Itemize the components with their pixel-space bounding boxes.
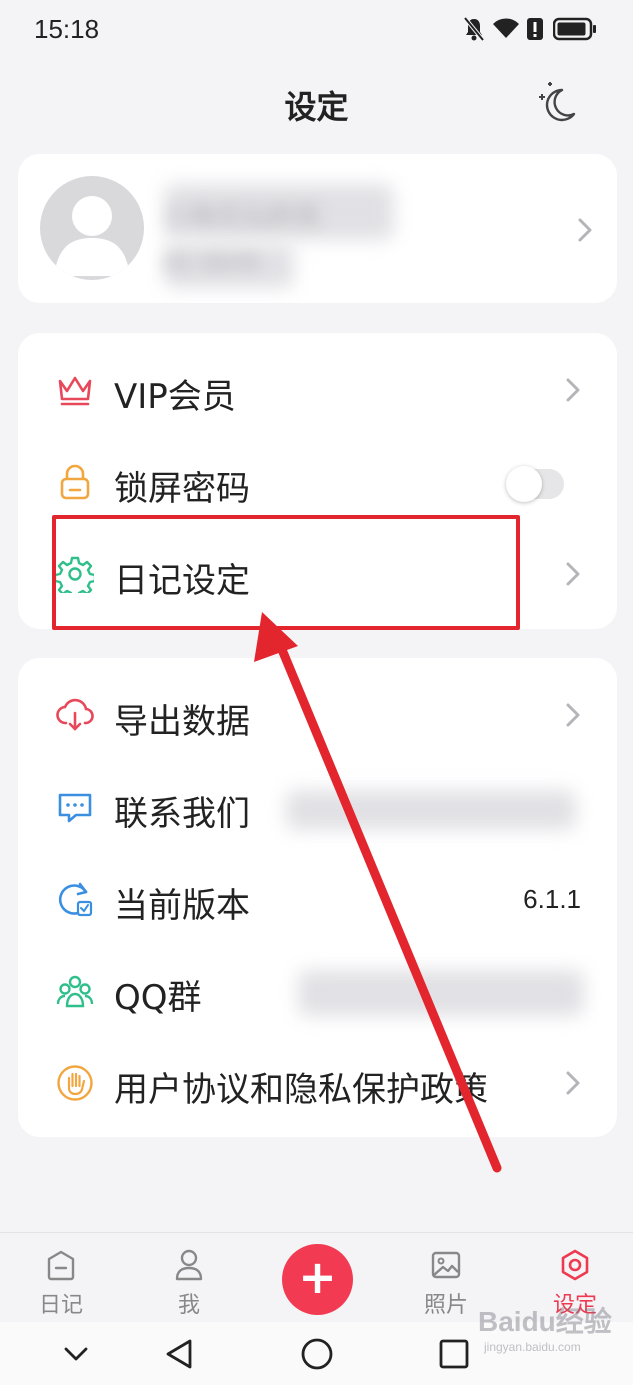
- chevron-right-icon: [578, 218, 592, 242]
- night-mode-button[interactable]: [528, 76, 582, 130]
- home-circle-icon[interactable]: [299, 1336, 335, 1372]
- profile-card[interactable]: 小梅花仙颜我 ID:3849: [18, 154, 617, 303]
- person-icon: [175, 1249, 203, 1281]
- status-bar: 15:18: [0, 0, 633, 62]
- chevron-down-icon[interactable]: [58, 1336, 94, 1372]
- menu-item-label: 联系我们: [114, 794, 250, 834]
- status-time: 15:18: [34, 14, 100, 44]
- tab-me[interactable]: 我: [144, 1233, 234, 1323]
- menu-item-label: VIP会员: [114, 377, 236, 417]
- avatar[interactable]: [40, 176, 144, 280]
- lock-icon: [60, 464, 90, 500]
- tab-label: 我: [177, 1293, 200, 1318]
- menu-item-lock-password[interactable]: 锁屏密码: [18, 437, 617, 527]
- menu-item-qq-group[interactable]: QQ群: [18, 946, 617, 1036]
- add-diary-button[interactable]: +: [282, 1244, 353, 1315]
- contact-blurred-value: [286, 790, 576, 830]
- diary-icon: [47, 1250, 75, 1281]
- lock-password-toggle[interactable]: [506, 466, 564, 502]
- chevron-right-icon: [566, 703, 580, 727]
- qq-group-blurred-value: [298, 970, 584, 1016]
- watermark: Baidu经验: [478, 1306, 612, 1337]
- menu-item-label: 锁屏密码: [114, 469, 250, 509]
- version-value: 6.1.1: [523, 884, 581, 914]
- watermark-sub: jingyan.baidu.com: [484, 1340, 581, 1354]
- bell-off-icon: [463, 16, 485, 42]
- alert-icon: [527, 18, 543, 40]
- battery-icon: [553, 17, 596, 41]
- menu-item-label: QQ群: [114, 978, 202, 1018]
- back-triangle-icon[interactable]: [162, 1336, 198, 1372]
- menu-item-contact-us[interactable]: 联系我们: [18, 762, 617, 852]
- settings-hex-icon: [561, 1249, 589, 1281]
- chevron-right-icon: [566, 1071, 580, 1095]
- annotation-highlight-box: [52, 515, 520, 630]
- header: 设定: [0, 62, 633, 140]
- status-icons: [463, 16, 603, 46]
- menu-item-label: 当前版本: [114, 886, 250, 926]
- moon-stars-icon: [539, 82, 576, 122]
- menu-item-label: 导出数据: [114, 702, 250, 742]
- menu-group-2: 导出数据 联系我们 当前版本 6.1.1 QQ群 用户协议和隐私保护政策: [18, 658, 617, 1137]
- cloud-download-icon: [56, 698, 94, 731]
- menu-item-vip[interactable]: VIP会员: [18, 345, 617, 435]
- crown-icon: [58, 376, 92, 406]
- version-update-icon: [58, 882, 93, 917]
- menu-item-export-data[interactable]: 导出数据: [18, 670, 617, 760]
- menu-item-label: 用户协议和隐私保护政策: [114, 1070, 488, 1110]
- chevron-right-icon: [566, 378, 580, 402]
- profile-subtitle: ID:3849: [164, 249, 259, 277]
- tab-label: 日记: [38, 1293, 83, 1318]
- hand-stop-icon: [57, 1065, 93, 1101]
- chevron-right-icon: [566, 562, 580, 586]
- menu-item-privacy-policy[interactable]: 用户协议和隐私保护政策: [18, 1038, 617, 1128]
- profile-name: 小梅花仙颜我: [164, 202, 321, 232]
- add-label: +: [298, 1250, 337, 1304]
- menu-item-version: 当前版本 6.1.1: [18, 854, 617, 944]
- recents-square-icon[interactable]: [436, 1336, 472, 1372]
- toggle-knob: [506, 466, 542, 502]
- group-people-icon: [56, 975, 94, 1008]
- chat-bubble-icon: [58, 793, 92, 823]
- tab-diary[interactable]: 日记: [16, 1233, 106, 1323]
- default-avatar-icon: [54, 196, 130, 276]
- photo-icon: [431, 1251, 461, 1279]
- wifi-icon: [493, 18, 519, 38]
